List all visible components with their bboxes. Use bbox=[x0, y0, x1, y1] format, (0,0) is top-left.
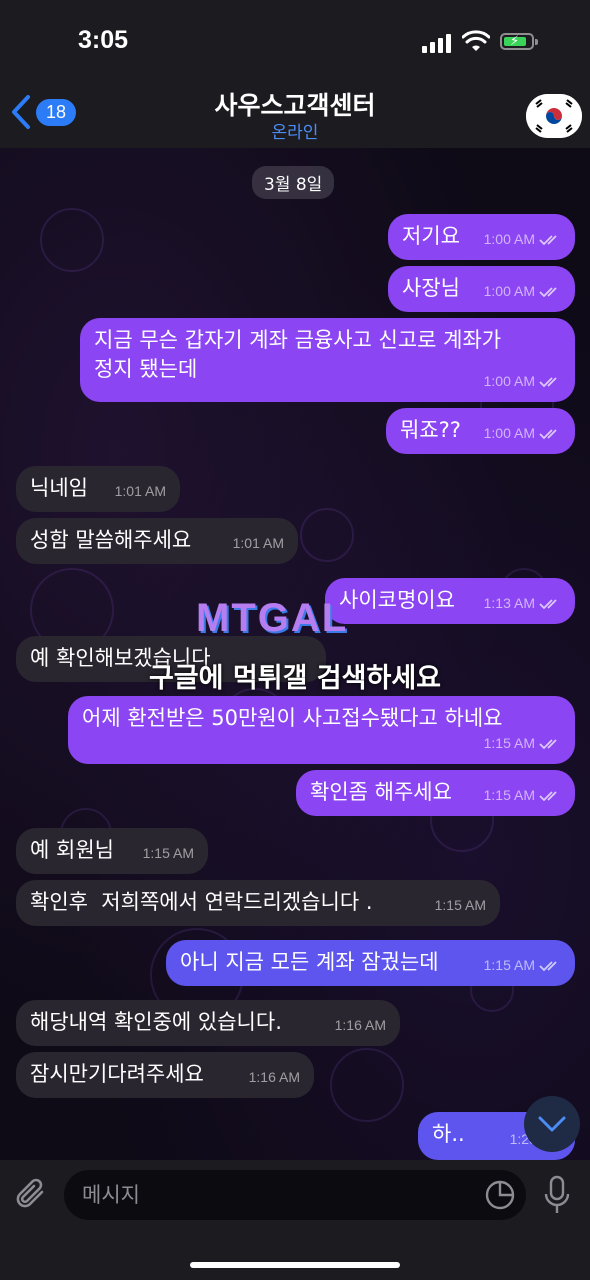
chat-title[interactable]: 사우스고객센터 bbox=[0, 86, 590, 122]
status-time: 3:05 bbox=[78, 26, 129, 54]
message-bubble[interactable]: 닉네임 1:01 AM bbox=[16, 466, 180, 512]
chevron-down-icon bbox=[538, 1116, 566, 1132]
battery-icon: ⚡ bbox=[500, 33, 534, 50]
message-time: 1:00 AM bbox=[483, 283, 535, 299]
date-chip: 3월 8일 bbox=[252, 166, 335, 199]
watermark-text: 구글에 먹튀갤 검색하세요 bbox=[148, 663, 442, 694]
microphone-icon[interactable] bbox=[542, 1174, 572, 1218]
message-time: 1:00 AM bbox=[483, 231, 535, 247]
home-indicator bbox=[190, 1262, 400, 1268]
message-time: 1:13 AM bbox=[483, 595, 535, 611]
message-text: 확인후 저희쪽에서 연락드리겠습니다 . bbox=[30, 890, 373, 914]
status-bar: 3:05 ⚡ bbox=[0, 0, 590, 80]
message-time: 1:15 AM bbox=[483, 957, 535, 973]
double-check-icon bbox=[539, 376, 557, 387]
message-time: 1:16 AM bbox=[248, 1069, 300, 1085]
paperclip-icon[interactable] bbox=[14, 1176, 50, 1214]
message-text: 해당내역 확인중에 있습니다. bbox=[30, 1010, 282, 1034]
message-bubble[interactable]: 저기요 1:00 AM bbox=[388, 214, 575, 260]
double-check-icon bbox=[539, 960, 557, 971]
sticker-icon[interactable] bbox=[484, 1179, 516, 1211]
message-bubble[interactable]: 지금 무슨 갑자기 계좌 금융사고 신고로 계좌가 정지 됐는데 1:00 AM bbox=[80, 318, 575, 402]
message-bubble[interactable]: 예 회원님 1:15 AM bbox=[16, 828, 208, 874]
double-check-icon bbox=[539, 738, 557, 749]
message-time: 1:00 AM bbox=[483, 373, 535, 389]
message-text: 사장님 bbox=[402, 276, 460, 300]
watermark-logo: MTGAL bbox=[196, 596, 349, 640]
message-text: 확인좀 해주세요 bbox=[310, 780, 452, 804]
message-time: 1:16 AM bbox=[334, 1017, 386, 1033]
message-bubble[interactable]: 사장님 1:00 AM bbox=[388, 266, 575, 312]
message-text: 지금 무슨 갑자기 계좌 금융사고 신고로 계좌가 정지 됐는데 bbox=[94, 328, 502, 381]
chat-header: 18 사우스고객센터 온라인 bbox=[0, 80, 590, 148]
message-text: 어제 환전받은 50만원이 사고접수됐다고 하네요 bbox=[82, 706, 503, 730]
message-time: 1:01 AM bbox=[232, 535, 284, 551]
message-time: 1:15 AM bbox=[483, 735, 535, 751]
message-text: 하.. bbox=[432, 1122, 465, 1146]
message-text: 사이코명이요 bbox=[339, 588, 455, 612]
message-time: 1:15 AM bbox=[434, 897, 486, 913]
message-bubble[interactable]: 사이코명이요 1:13 AM bbox=[325, 578, 575, 624]
message-text: 닉네임 bbox=[30, 476, 88, 500]
message-bubble[interactable]: 어제 환전받은 50만원이 사고접수됐다고 하네요 1:15 AM bbox=[68, 696, 575, 764]
chat-status: 온라인 bbox=[271, 123, 319, 143]
double-check-icon bbox=[539, 286, 557, 297]
message-time: 1:01 AM bbox=[114, 483, 166, 499]
message-text: 잠시만기다려주세요 bbox=[30, 1062, 204, 1086]
message-bubble[interactable]: 뭐죠?? 1:00 AM bbox=[386, 408, 575, 454]
message-text: 예 회원님 bbox=[30, 838, 114, 862]
signal-icon bbox=[422, 33, 454, 53]
message-bubble[interactable]: 성함 말씀해주세요 1:01 AM bbox=[16, 518, 298, 564]
message-text: 저기요 bbox=[402, 224, 460, 248]
message-bubble[interactable]: 해당내역 확인중에 있습니다. 1:16 AM bbox=[16, 1000, 400, 1046]
message-text: 성함 말씀해주세요 bbox=[30, 528, 192, 552]
message-text: 아니 지금 모든 계좌 잠궜는데 bbox=[180, 950, 439, 974]
korea-flag-icon bbox=[526, 94, 582, 138]
message-bubble[interactable]: 잠시만기다려주세요 1:16 AM bbox=[16, 1052, 314, 1098]
message-bubble[interactable]: 아니 지금 모든 계좌 잠궜는데 1:15 AM bbox=[166, 940, 575, 986]
scroll-down-button[interactable] bbox=[524, 1096, 580, 1152]
message-input[interactable]: 메시지 bbox=[64, 1170, 526, 1220]
message-time: 1:00 AM bbox=[483, 425, 535, 441]
double-check-icon bbox=[539, 790, 557, 801]
double-check-icon bbox=[539, 234, 557, 245]
message-text: 뭐죠?? bbox=[400, 418, 461, 442]
message-bubble[interactable]: 확인좀 해주세요 1:15 AM bbox=[296, 770, 575, 816]
message-time: 1:15 AM bbox=[483, 787, 535, 803]
avatar[interactable] bbox=[526, 94, 582, 138]
double-check-icon bbox=[539, 428, 557, 439]
wifi-icon bbox=[462, 30, 490, 51]
double-check-icon bbox=[539, 598, 557, 609]
message-bubble[interactable]: 확인후 저희쪽에서 연락드리겠습니다 . 1:15 AM bbox=[16, 880, 500, 926]
message-time: 1:15 AM bbox=[142, 845, 194, 861]
